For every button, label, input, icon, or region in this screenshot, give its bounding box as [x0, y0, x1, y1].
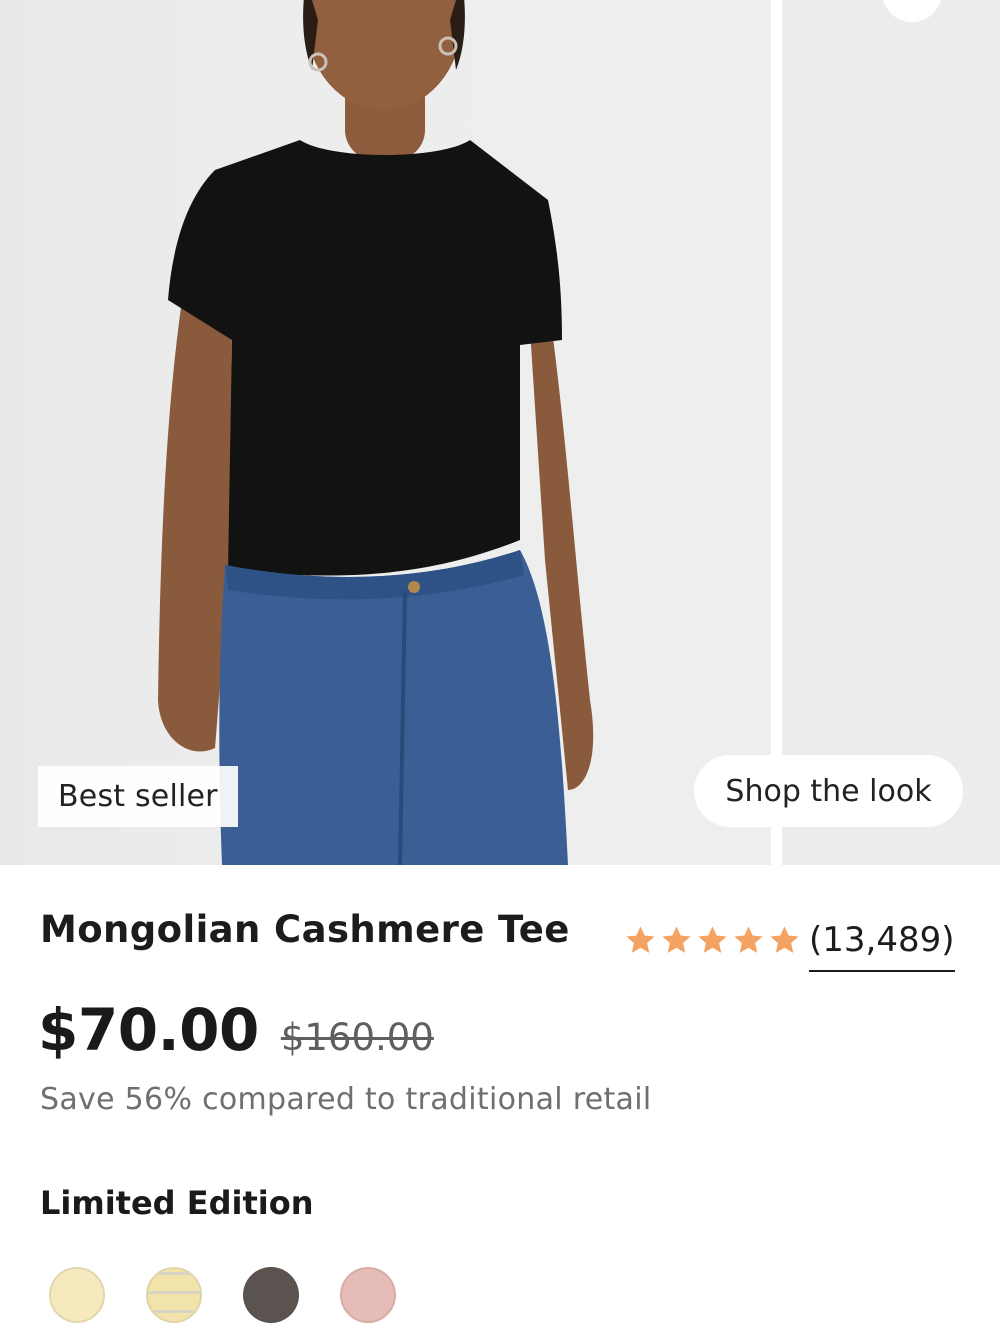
swatch-cream[interactable]: [49, 1267, 105, 1323]
product-rating[interactable]: (13,489): [624, 908, 955, 972]
product-image-next[interactable]: [782, 0, 1000, 865]
star-icon: [698, 925, 727, 953]
product-image-main[interactable]: Best seller: [0, 0, 771, 865]
original-price: $160.00: [280, 1016, 434, 1059]
wishlist-button[interactable]: [882, 0, 942, 22]
star-icon: [626, 925, 655, 953]
current-price: $70.00: [38, 996, 259, 1064]
star-icon: [662, 925, 691, 953]
product-title: Mongolian Cashmere Tee: [40, 908, 570, 951]
swatch-cream-stripe[interactable]: [146, 1267, 202, 1323]
star-icon: [734, 925, 763, 953]
savings-note: Save 56% compared to traditional retail: [40, 1082, 652, 1117]
swatch-blush[interactable]: [340, 1267, 396, 1323]
product-image-gallery[interactable]: Best seller Shop the look: [0, 0, 1000, 865]
swatch-charcoal[interactable]: [243, 1267, 299, 1323]
shop-the-look-button[interactable]: Shop the look: [694, 755, 963, 827]
price-row: $70.00 $160.00: [38, 996, 434, 1064]
best-seller-badge: Best seller: [38, 766, 238, 827]
edition-label: Limited Edition: [40, 1184, 314, 1222]
star-rating: [624, 924, 801, 957]
star-icon: [770, 925, 799, 953]
color-swatches: [49, 1267, 396, 1323]
review-count-link[interactable]: (13,489): [809, 920, 955, 972]
